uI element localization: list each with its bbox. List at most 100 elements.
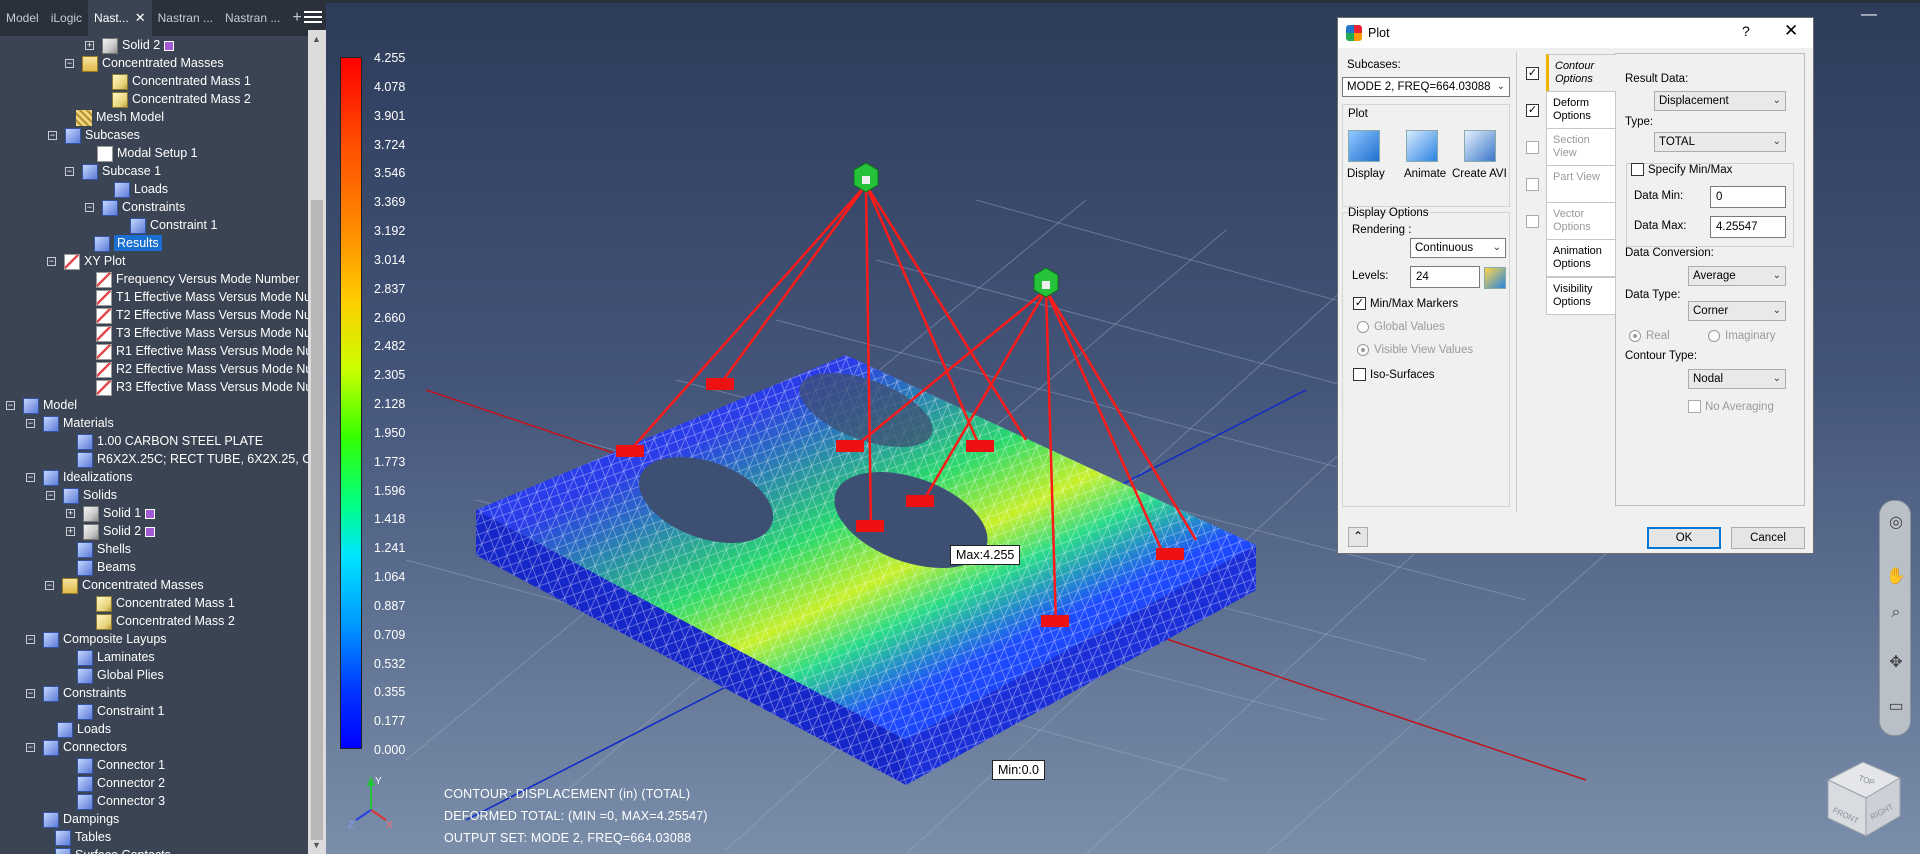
tree-item[interactable]: T3 Effective Mass Versus Mode Number [79, 324, 308, 342]
iso-surfaces-checkbox[interactable] [1353, 368, 1366, 381]
tab-enable-checkbox[interactable]: ✓ [1526, 67, 1539, 80]
tree-item[interactable]: Global Plies [60, 666, 164, 684]
data-max-input[interactable]: 4.25547 [1710, 216, 1786, 238]
specify-minmax-checkbox[interactable] [1631, 163, 1644, 176]
pan-icon[interactable]: ✋ [1886, 567, 1906, 587]
cancel-button[interactable]: Cancel [1731, 527, 1805, 549]
tab-enable-checkbox[interactable] [1526, 178, 1539, 191]
minmax-markers-checkbox[interactable]: ✓ [1353, 297, 1366, 310]
collapse-icon[interactable]: − [65, 59, 74, 69]
tree-item[interactable]: − Constraints [26, 684, 126, 702]
animate-icon[interactable] [1406, 130, 1438, 162]
help-button[interactable]: ? [1742, 23, 1750, 39]
options-tab[interactable]: Contour Options [1546, 54, 1616, 92]
collapse-icon[interactable]: − [26, 689, 35, 699]
tree-item[interactable]: − Subcase 1 [65, 162, 161, 180]
type-select[interactable]: TOTAL ⌄ [1654, 132, 1786, 152]
levels-palette-icon[interactable] [1484, 267, 1506, 289]
collapse-icon[interactable]: − [45, 581, 54, 591]
data-type-select[interactable]: Corner ⌄ [1688, 301, 1786, 321]
tab-enable-checkbox[interactable] [1526, 141, 1539, 154]
viewcube[interactable]: TOP FRONT RIGHT [1818, 750, 1908, 840]
tree-item[interactable]: Connector 2 [60, 774, 165, 792]
close-tab-icon[interactable]: ✕ [135, 10, 146, 25]
expand-icon[interactable]: + [85, 41, 94, 51]
tree-item[interactable]: Concentrated Mass 1 [95, 72, 251, 90]
collapse-icon[interactable]: − [46, 491, 55, 501]
collapse-icon[interactable]: − [26, 635, 35, 645]
collapse-icon[interactable]: − [26, 473, 35, 483]
tree-item[interactable]: − Model [6, 396, 77, 414]
expand-icon[interactable]: + [66, 527, 75, 537]
expand-icon[interactable]: + [66, 509, 75, 519]
tree-item[interactable]: Concentrated Mass 2 [95, 90, 251, 108]
tree-item[interactable]: R3 Effective Mass Versus Mode Number [79, 378, 308, 396]
tree-item[interactable]: Constraint 1 [60, 702, 164, 720]
contour-type-select[interactable]: Nodal ⌄ [1688, 369, 1786, 389]
steering-wheel-icon[interactable]: ◎ [1886, 513, 1906, 533]
orbit-icon[interactable]: ✥ [1886, 653, 1906, 673]
tree-item[interactable]: − Constraints [85, 198, 185, 216]
real-radio[interactable] [1629, 330, 1641, 342]
levels-input[interactable]: 24 [1410, 266, 1480, 288]
tree-item[interactable]: − Concentrated Masses [65, 54, 224, 72]
options-tab[interactable]: Vector Options [1546, 202, 1616, 240]
options-tab[interactable]: Section View [1546, 128, 1616, 166]
tree-item[interactable]: Loads [97, 180, 168, 198]
tree-item[interactable]: − Subcases [48, 126, 140, 144]
tree-item[interactable]: T2 Effective Mass Versus Mode Number [79, 306, 308, 324]
tree-item[interactable]: − Connectors [26, 738, 127, 756]
tree-item[interactable]: − Composite Layups [26, 630, 167, 648]
tree-item[interactable]: R6X2X.25C; RECT TUBE, 6X2X.25, CARBON S [60, 450, 308, 468]
collapse-icon[interactable]: − [6, 401, 15, 411]
collapse-button[interactable]: ⌃ [1348, 527, 1368, 547]
tree-item[interactable]: − Materials [26, 414, 114, 432]
tree-item[interactable]: + Solid 2 [85, 36, 175, 54]
collapse-icon[interactable]: − [48, 131, 57, 141]
tab-enable-checkbox[interactable] [1526, 215, 1539, 228]
collapse-icon[interactable]: − [85, 203, 94, 213]
animate-button-label[interactable]: Animate [1404, 168, 1446, 180]
tree-item[interactable]: Mesh Model [59, 108, 164, 126]
create-avi-button-label[interactable]: Create AVI [1452, 168, 1507, 180]
subcase-select[interactable]: MODE 2, FREQ=664.03088 ⌄ [1342, 77, 1510, 97]
tree-item[interactable]: Beams [60, 558, 136, 576]
display-icon[interactable] [1348, 130, 1380, 162]
tree-item[interactable]: Concentrated Mass 1 [79, 594, 235, 612]
tree-item[interactable]: Shells [60, 540, 131, 558]
browser-scrollbar[interactable]: ▲ ▼ [308, 30, 326, 854]
tree-item[interactable]: Surface Contacts [38, 846, 171, 854]
options-tab[interactable]: Part View [1546, 165, 1616, 203]
scrollbar-thumb[interactable] [311, 200, 323, 840]
tree-item[interactable]: − Idealizations [26, 468, 133, 486]
data-min-input[interactable]: 0 [1710, 186, 1786, 208]
tree-item[interactable]: Results [77, 234, 162, 252]
tree-item[interactable]: Constraint 1 [113, 216, 217, 234]
no-averaging-checkbox[interactable] [1688, 400, 1701, 413]
global-values-radio[interactable] [1357, 321, 1369, 333]
create-avi-icon[interactable] [1464, 130, 1496, 162]
tree-item[interactable]: 1.00 CARBON STEEL PLATE [60, 432, 263, 450]
ok-button[interactable]: OK [1647, 527, 1721, 549]
tree-item[interactable]: R1 Effective Mass Versus Mode Number [79, 342, 308, 360]
visible-view-values-radio[interactable] [1357, 344, 1369, 356]
result-data-select[interactable]: Displacement ⌄ [1654, 91, 1786, 111]
tree-item[interactable]: − Solids [46, 486, 117, 504]
tree-item[interactable]: Frequency Versus Mode Number [79, 270, 299, 288]
tree-item[interactable]: Concentrated Mass 2 [79, 612, 235, 630]
tree-item[interactable]: − XY Plot [47, 252, 125, 270]
tree-item[interactable]: Connector 3 [60, 792, 165, 810]
options-tab[interactable]: Visibility Options [1546, 277, 1616, 315]
hamburger-menu-icon[interactable] [304, 9, 322, 25]
imaginary-radio[interactable] [1708, 330, 1720, 342]
collapse-icon[interactable]: − [47, 257, 56, 267]
tree-item[interactable]: Connector 1 [60, 756, 165, 774]
tree-item[interactable]: Modal Setup 1 [80, 144, 198, 162]
collapse-icon[interactable]: − [65, 167, 74, 177]
tree-item[interactable]: Loads [40, 720, 111, 738]
tree-item[interactable]: − Concentrated Masses [45, 576, 204, 594]
look-at-icon[interactable]: ▭ [1886, 697, 1906, 717]
tree-item[interactable]: Tables [38, 828, 111, 846]
options-tab[interactable]: Animation Options [1546, 239, 1616, 277]
close-button[interactable]: ✕ [1784, 21, 1798, 41]
